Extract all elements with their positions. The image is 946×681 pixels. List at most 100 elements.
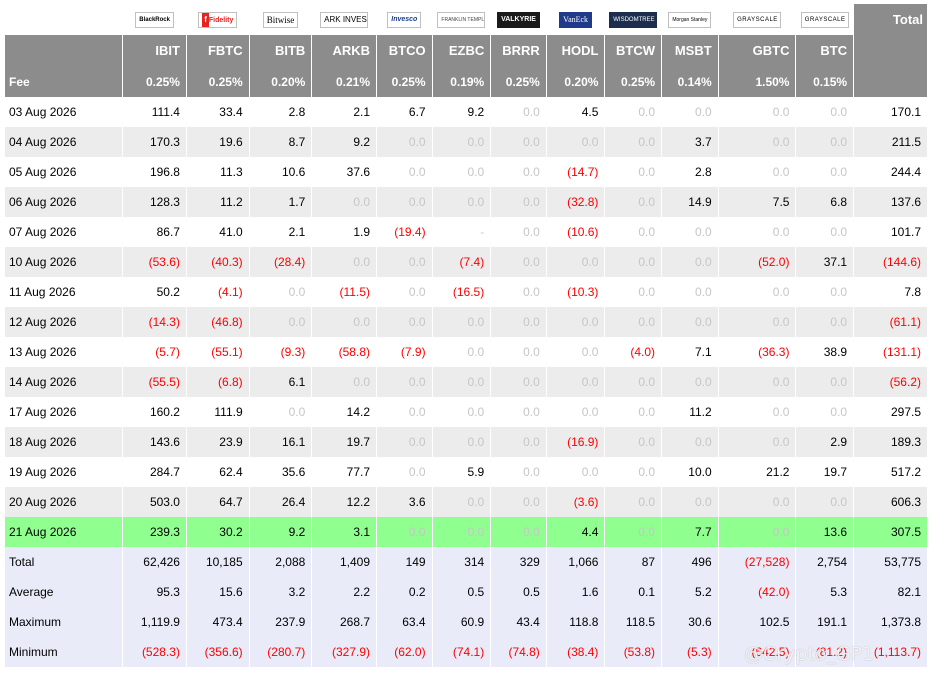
fee-cell: 0.25% xyxy=(491,66,547,97)
fee-total-cell xyxy=(854,66,928,97)
flow-cell: 0.0 xyxy=(377,457,433,487)
flow-cell: 128.3 xyxy=(123,187,187,217)
flow-cell: 35.6 xyxy=(249,457,313,487)
flow-cell: 1.9 xyxy=(312,217,377,247)
flow-cell: 2.1 xyxy=(249,217,313,247)
flow-cell: 0.0 xyxy=(491,517,547,547)
flow-cell: 0.0 xyxy=(432,157,492,187)
ticker-header: ARKB xyxy=(312,35,377,66)
flow-cell: 16.1 xyxy=(249,427,313,457)
flow-cell: (53.6) xyxy=(123,247,187,277)
row-total: 307.5 xyxy=(854,517,928,547)
row-date: 04 Aug 2026 xyxy=(5,127,124,157)
flow-cell: 0.0 xyxy=(491,277,547,307)
flow-cell: 3.6 xyxy=(377,487,433,517)
flow-cell: 41.0 xyxy=(186,217,250,247)
row-date: 20 Aug 2026 xyxy=(5,487,124,517)
flow-cell: 0.0 xyxy=(718,97,797,127)
etf-flow-table: BlackRock f Fidelity Bitwise ARK INVEST Inves… xyxy=(5,4,928,667)
row-total: (131.1) xyxy=(854,337,928,367)
summary-cell: 118.8 xyxy=(546,607,606,637)
issuer-logo-cell: WISDOMTREE xyxy=(605,4,663,35)
ark-logo-icon: ARK INVEST xyxy=(320,11,369,28)
flow-cell: 0.0 xyxy=(491,97,547,127)
summary-total: 82.1 xyxy=(854,577,928,607)
summary-cell: 329 xyxy=(491,547,547,577)
flow-cell: 77.7 xyxy=(312,457,377,487)
flow-cell: 0.0 xyxy=(718,487,797,517)
flow-cell: (55.5) xyxy=(123,367,187,397)
flow-cell: 160.2 xyxy=(123,397,187,427)
flow-cell: 6.7 xyxy=(377,97,433,127)
flow-cell: 0.0 xyxy=(796,97,855,127)
summary-cell: 1.6 xyxy=(546,577,606,607)
flow-cell: (10.6) xyxy=(546,217,606,247)
flow-cell: 0.0 xyxy=(796,397,855,427)
fee-cell: 0.15% xyxy=(796,66,855,97)
flow-cell: 0.0 xyxy=(377,157,433,187)
flow-cell: (11.5) xyxy=(312,277,377,307)
table-row: 10 Aug 2026 (53.6) (40.3) (28.4) 0.0 0.0 (7.4)… xyxy=(5,247,928,277)
summary-cell: 1,066 xyxy=(546,547,606,577)
issuer-logo-cell: GRAYSCALE xyxy=(796,4,855,35)
flow-cell: 0.0 xyxy=(491,127,547,157)
flow-cell: 7.7 xyxy=(662,517,719,547)
flow-cell: 0.0 xyxy=(546,307,606,337)
flow-cell: 0.0 xyxy=(796,277,855,307)
flow-cell: 1.7 xyxy=(249,187,313,217)
row-total: 189.3 xyxy=(854,427,928,457)
flow-cell: 37.1 xyxy=(796,247,855,277)
summary-cell: (356.6) xyxy=(186,637,250,667)
flow-cell: 0.0 xyxy=(432,307,492,337)
summary-cell: 473.4 xyxy=(186,607,250,637)
table-row: 20 Aug 2026 503.0 64.7 26.4 12.2 3.6 0.0 0.0 (3.… xyxy=(5,487,928,517)
summary-cell: 0.5 xyxy=(432,577,492,607)
flow-cell: 0.0 xyxy=(605,217,663,247)
flow-cell: 23.9 xyxy=(186,427,250,457)
row-date: 12 Aug 2026 xyxy=(5,307,124,337)
row-total: (61.1) xyxy=(854,307,928,337)
flow-cell: 86.7 xyxy=(123,217,187,247)
row-total: (56.2) xyxy=(854,367,928,397)
table-row: 14 Aug 2026 (55.5) (6.8) 6.1 0.0 0.0 0.0 0.0 0.0… xyxy=(5,367,928,397)
flow-cell: 0.0 xyxy=(605,427,663,457)
flow-cell: 11.3 xyxy=(186,157,250,187)
flow-cell: 239.3 xyxy=(123,517,187,547)
flow-cell: 0.0 xyxy=(605,277,663,307)
flow-cell: 7.1 xyxy=(662,337,719,367)
flow-cell: 0.0 xyxy=(491,397,547,427)
summary-cell: 15.6 xyxy=(186,577,250,607)
flow-cell: 19.7 xyxy=(312,427,377,457)
flow-cell: (46.8) xyxy=(186,307,250,337)
flow-cell: 0.0 xyxy=(432,187,492,217)
flow-cell: (19.4) xyxy=(377,217,433,247)
summary-cell: 30.6 xyxy=(662,607,719,637)
flow-cell: (55.1) xyxy=(186,337,250,367)
flow-cell: 0.0 xyxy=(546,337,606,367)
ticker-header: IBIT xyxy=(123,35,187,66)
flow-cell: 111.9 xyxy=(186,397,250,427)
blackrock-logo-icon: BlackRock xyxy=(135,11,174,28)
flow-cell: 0.0 xyxy=(605,517,663,547)
summary-row: Maximum 1,119.9 473.4 237.9 268.7 63.4 60.9 43.… xyxy=(5,607,928,637)
summary-cell: (53.8) xyxy=(605,637,663,667)
flow-cell: 0.0 xyxy=(432,487,492,517)
valkyrie-logo-icon: VALKYRIE xyxy=(497,11,540,28)
summary-row: Total 62,426 10,185 2,088 1,409 149 314 329 1,06… xyxy=(5,547,928,577)
summary-cell: 191.1 xyxy=(796,607,855,637)
flow-cell: 503.0 xyxy=(123,487,187,517)
flow-cell: 0.0 xyxy=(718,307,797,337)
flow-cell: 4.5 xyxy=(546,97,606,127)
flow-cell: 0.0 xyxy=(312,187,377,217)
summary-cell: (27,528) xyxy=(718,547,797,577)
flow-cell: 64.7 xyxy=(186,487,250,517)
summary-cell: (81.2) xyxy=(796,637,855,667)
flow-cell: 0.0 xyxy=(432,427,492,457)
flow-cell: (7.9) xyxy=(377,337,433,367)
flow-cell: 0.0 xyxy=(605,457,663,487)
flow-cell: 5.9 xyxy=(432,457,492,487)
issuer-logo-cell: Invesco xyxy=(377,4,433,35)
flow-cell: 12.2 xyxy=(312,487,377,517)
table-row: 06 Aug 2026 128.3 11.2 1.7 0.0 0.0 0.0 0.0 (32.8… xyxy=(5,187,928,217)
flow-cell: 4.4 xyxy=(546,517,606,547)
